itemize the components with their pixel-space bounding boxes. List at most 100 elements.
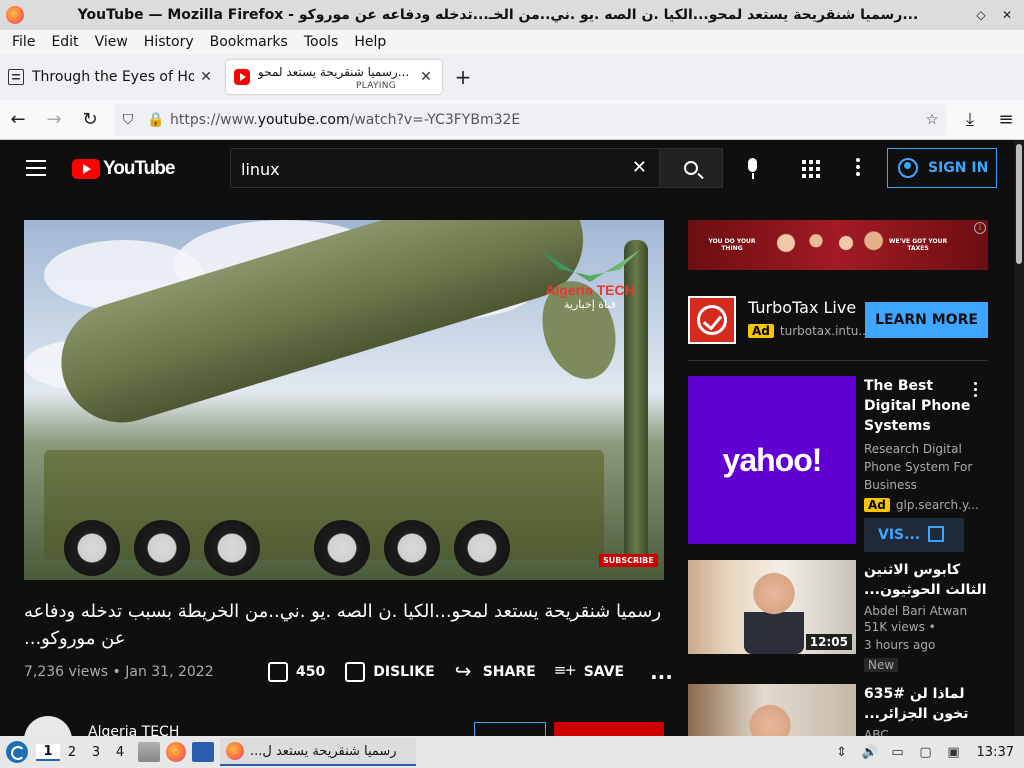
url-bar[interactable]: ⛉ 🔒 https://www.youtube.com/watch?v=-YC3…	[114, 103, 946, 136]
menu-file[interactable]: File	[4, 34, 43, 50]
search-icon	[684, 161, 698, 175]
eagle-logo-icon	[540, 250, 640, 282]
volume-icon[interactable]: 🔊	[859, 745, 881, 760]
thumbs-down-icon	[345, 662, 366, 682]
view-count: 51K views •	[864, 620, 936, 634]
menu-edit[interactable]: Edit	[43, 34, 86, 50]
dislike-button[interactable]: DISLIKE	[345, 662, 435, 682]
join-button[interactable]	[474, 722, 546, 736]
page-scrollbar[interactable]	[1014, 140, 1024, 736]
banner-left-text: YOU DO YOUR THING	[708, 238, 756, 252]
display-icon[interactable]: ▭	[887, 745, 909, 760]
start-menu-icon[interactable]	[6, 741, 28, 763]
clipboard-icon[interactable]: ▢	[915, 745, 937, 760]
file-manager-icon[interactable]	[138, 742, 160, 762]
external-link-icon	[928, 526, 944, 542]
desktop-icon[interactable]	[192, 742, 214, 762]
back-button[interactable]: ←	[0, 109, 36, 130]
menu-bookmarks[interactable]: Bookmarks	[202, 34, 296, 50]
menu-view[interactable]: View	[87, 34, 136, 50]
sign-in-label: SIGN IN	[928, 160, 989, 176]
clock[interactable]: 13:37	[977, 745, 1014, 760]
presenter-image	[744, 570, 804, 654]
window-close-button[interactable]: ✕	[998, 6, 1016, 24]
menu-tools[interactable]: Tools	[296, 34, 347, 50]
like-button[interactable]: 450	[268, 662, 325, 682]
video-title[interactable]: كابوس الاثنين الثالث الحوثيون...	[864, 560, 988, 600]
save-label: SAVE	[583, 664, 625, 680]
workspace-4[interactable]: 4	[108, 745, 132, 760]
url-text[interactable]: https://www.youtube.com/watch?v=-YC3FYBm…	[170, 112, 918, 128]
ad-menu-kebab-icon[interactable]	[974, 382, 978, 400]
app-menu-button[interactable]: ≡	[988, 109, 1024, 130]
tab-youtube-video[interactable]: رسميا شنقريحة يستعد لمحو... PLAYING ✕	[226, 60, 442, 94]
lock-icon[interactable]: 🔒	[142, 112, 170, 128]
channel-name[interactable]: ABC	[864, 728, 988, 736]
scrollbar-thumb[interactable]	[1016, 144, 1022, 264]
window-restore-button[interactable]: ◇	[972, 6, 990, 24]
more-actions-icon[interactable]: ...	[650, 660, 673, 684]
ad-badge: Ad	[864, 498, 890, 512]
visit-site-button[interactable]: VIS...	[864, 518, 964, 552]
share-button[interactable]: SHARE	[455, 659, 536, 683]
settings-kebab-icon[interactable]	[856, 158, 860, 178]
tab-close-icon[interactable]: ✕	[198, 69, 214, 85]
channel-name[interactable]: Algeria TECH	[88, 724, 179, 736]
video-title[interactable]: لماذا لن #635 تخون الجزائر...	[864, 684, 988, 724]
watermark-subtitle: قناة إخبارية	[564, 298, 616, 311]
youtube-header: YouTube ✕ SIGN IN	[0, 140, 1014, 196]
video-thumbnail[interactable]: 12:05	[688, 560, 856, 654]
new-tab-button[interactable]: +	[448, 65, 478, 89]
video-duration: 12:05	[805, 634, 852, 650]
search-box: ✕	[230, 148, 660, 188]
clear-search-icon[interactable]: ✕	[632, 157, 647, 178]
firefox-logo-icon	[6, 6, 24, 24]
downloads-button[interactable]: ⤓	[952, 109, 988, 130]
turbotax-ad[interactable]: TurboTax Live Ad turbotax.intu... LEARN M…	[688, 296, 988, 346]
apps-grid-icon[interactable]	[802, 160, 820, 178]
sign-in-button[interactable]: SIGN IN	[887, 148, 997, 188]
yahoo-ad-image[interactable]: yahoo!	[688, 376, 856, 544]
ad-source: Ad turbotax.intu...	[748, 324, 870, 338]
turbotax-banner-ad[interactable]: YOU DO YOUR THING WE'VE GOT YOUR TAXES	[688, 220, 988, 270]
system-taskbar: 1 2 3 4 رسميا شنقريحة يستعد ل... ⇕ 🔊 ▭ ▢…	[0, 736, 1024, 768]
reload-button[interactable]: ↻	[72, 109, 108, 130]
channel-avatar[interactable]	[24, 716, 72, 736]
notification-icon[interactable]: ▣	[943, 745, 965, 760]
yahoo-ad-title[interactable]: The Best Digital Phone Systems	[864, 376, 988, 436]
tab-close-icon[interactable]: ✕	[418, 69, 434, 85]
navigation-toolbar: ← → ↻ ⛉ 🔒 https://www.youtube.com/watch?…	[0, 100, 1024, 140]
url-domain: youtube.com	[257, 111, 350, 128]
menu-help[interactable]: Help	[346, 34, 394, 50]
workspace-2[interactable]: 2	[60, 745, 84, 760]
search-input[interactable]	[241, 157, 621, 181]
search-button[interactable]	[659, 148, 723, 188]
save-button[interactable]: SAVE	[554, 661, 625, 682]
recommended-video[interactable]: لماذا لن #635 تخون الجزائر... ABC	[688, 684, 988, 736]
recommended-video[interactable]: 12:05 كابوس الاثنين الثالث الحوثيون... A…	[688, 560, 988, 672]
taskbar-firefox-window[interactable]: رسميا شنقريحة يستعد ل...	[220, 738, 416, 766]
subscribe-overlay[interactable]: SUBSCRIBE	[599, 554, 658, 567]
firefox-launcher-icon[interactable]	[166, 742, 186, 762]
menu-history[interactable]: History	[136, 34, 202, 50]
video-title-line2: عن موروكو...	[24, 628, 126, 649]
hamburger-menu-icon[interactable]	[26, 160, 46, 176]
channel-name[interactable]: Abdel Bari Atwan	[864, 604, 988, 618]
view-count: 7,236 views	[24, 664, 109, 680]
microphone-icon	[748, 158, 757, 172]
video-thumbnail[interactable]	[688, 684, 856, 736]
bookmark-star-icon[interactable]: ☆	[918, 112, 946, 128]
learn-more-button[interactable]: LEARN MORE	[865, 302, 988, 338]
ad-info-icon[interactable]: i	[974, 222, 986, 234]
youtube-logo[interactable]: YouTube	[72, 158, 175, 180]
video-player[interactable]: Algeria TECH قناة إخبارية SUBSCRIBE	[24, 220, 664, 580]
subscribe-button[interactable]	[554, 722, 664, 736]
workspace-3[interactable]: 3	[84, 745, 108, 760]
youtube-favicon-icon	[234, 69, 250, 85]
scroll-arrows-icon[interactable]: ⇕	[831, 745, 853, 760]
shield-icon[interactable]: ⛉	[114, 112, 142, 128]
voice-search-button[interactable]	[733, 148, 773, 188]
forward-button[interactable]: →	[36, 109, 72, 130]
tab-through-the-eyes[interactable]: Through the Eyes of Hope ✕	[0, 60, 222, 94]
workspace-1[interactable]: 1	[36, 743, 60, 761]
